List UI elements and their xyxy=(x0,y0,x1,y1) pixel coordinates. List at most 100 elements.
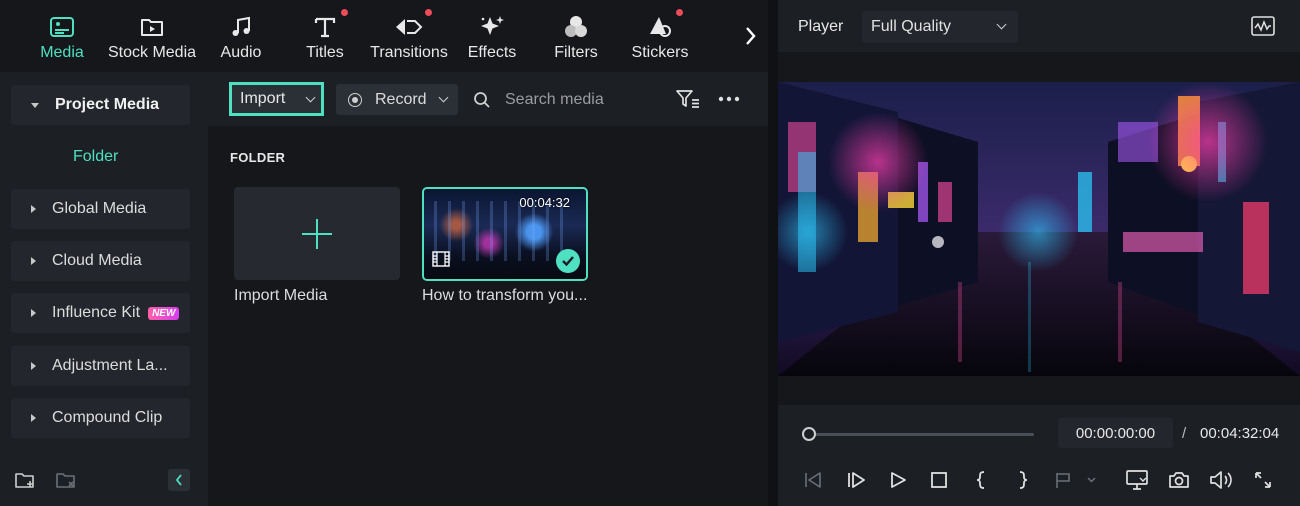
mark-out-button[interactable] xyxy=(1010,467,1036,493)
more-horizontal-icon xyxy=(718,96,740,102)
folder-remove-icon xyxy=(56,473,75,488)
caret-down-icon xyxy=(31,102,39,108)
scrubber-handle[interactable] xyxy=(802,427,816,441)
import-label: Import xyxy=(240,90,286,107)
play-icon xyxy=(891,472,906,488)
new-badge: NEW xyxy=(148,306,180,320)
record-icon xyxy=(348,92,362,107)
scrubber-track xyxy=(808,433,1034,436)
clip-duration: 00:04:32 xyxy=(519,195,570,210)
quality-value: Full Quality xyxy=(871,18,952,35)
chevron-left-icon xyxy=(175,474,182,486)
caret-right-icon xyxy=(31,414,36,422)
sidebar-item-label: Project Media xyxy=(55,96,160,113)
sidebar-item-project-media[interactable]: Project Media xyxy=(11,85,190,125)
play-button[interactable] xyxy=(885,467,911,493)
stock-media-icon xyxy=(137,12,167,42)
scopes-button[interactable] xyxy=(1250,14,1276,38)
tab-media[interactable]: Media xyxy=(36,0,88,72)
add-marker-dropdown[interactable] xyxy=(1052,467,1100,493)
search-box xyxy=(473,86,663,114)
snapshot-button[interactable] xyxy=(1166,467,1192,493)
sparkle-icon xyxy=(477,12,507,42)
sidebar-item-compound-clip[interactable]: Compound Clip xyxy=(11,398,190,438)
search-input[interactable] xyxy=(505,91,655,109)
playback-scrubber[interactable] xyxy=(802,427,1034,441)
chevron-right-icon xyxy=(746,27,756,45)
time-separator: / xyxy=(1182,425,1187,442)
filters-icon xyxy=(561,12,591,42)
tab-label: Media xyxy=(40,44,84,61)
chevron-down-icon xyxy=(305,92,316,103)
filter-icon xyxy=(676,90,699,108)
delete-folder-button[interactable] xyxy=(54,468,78,492)
text-t-icon xyxy=(310,9,348,42)
media-icon xyxy=(47,12,77,42)
search-icon xyxy=(474,92,490,108)
total-duration: 00:04:32:04 xyxy=(1200,425,1280,442)
folder-plus-icon xyxy=(15,473,34,488)
stop-button[interactable] xyxy=(926,467,952,493)
camera-icon xyxy=(1169,472,1189,488)
filter-button[interactable] xyxy=(675,86,701,112)
media-clip-tile[interactable]: 00:04:32 xyxy=(422,187,588,281)
import-media-tile[interactable] xyxy=(234,187,400,280)
media-content: Import Record FOLDER Import xyxy=(208,72,768,506)
display-settings-button[interactable] xyxy=(1124,467,1150,493)
monitor-icon xyxy=(1126,470,1148,490)
clip-title: How to transform you... xyxy=(422,287,588,304)
tab-audio[interactable]: Audio xyxy=(218,0,264,72)
caret-right-icon xyxy=(31,309,36,317)
speaker-icon xyxy=(1210,471,1232,489)
video-preview[interactable] xyxy=(778,82,1300,376)
sidebar-folder[interactable]: Folder xyxy=(73,148,118,166)
sidebar-item-global-media[interactable]: Global Media xyxy=(11,189,190,229)
tab-transitions[interactable]: Transitions xyxy=(370,0,448,72)
next-frame-button[interactable] xyxy=(843,467,869,493)
sidebar-item-label: Cloud Media xyxy=(52,252,142,269)
player-panel: Player Full Quality 00:00:00:00 / 00:04:… xyxy=(778,0,1300,506)
tab-stickers[interactable]: Stickers xyxy=(632,0,688,72)
chevron-down-icon xyxy=(438,92,449,103)
tab-effects[interactable]: Effects xyxy=(468,0,516,72)
tab-label: Stock Media xyxy=(107,44,197,61)
sidebar-item-cloud-media[interactable]: Cloud Media xyxy=(11,241,190,281)
preview-viewer xyxy=(778,52,1300,405)
player-title: Player xyxy=(798,18,844,35)
sidebar-item-adjustment-layer[interactable]: Adjustment La... xyxy=(11,346,190,386)
tab-label: Titles xyxy=(306,44,344,61)
tabs-next-button[interactable] xyxy=(740,24,760,48)
sidebar-item-label: Compound Clip xyxy=(52,409,163,426)
tab-filters[interactable]: Filters xyxy=(554,0,598,72)
tab-stock-media[interactable]: Stock Media xyxy=(108,0,196,72)
previous-frame-button[interactable] xyxy=(800,467,826,493)
playback-controls: 00:00:00:00 / 00:04:32:04 xyxy=(778,405,1300,506)
new-folder-button[interactable] xyxy=(13,468,37,492)
tab-label: Transitions xyxy=(370,44,448,61)
volume-button[interactable] xyxy=(1208,467,1234,493)
mark-in-button[interactable] xyxy=(968,467,994,493)
mark-in-icon xyxy=(976,471,985,489)
sidebar-item-label: Adjustment La... xyxy=(52,357,168,374)
check-icon xyxy=(556,249,580,273)
quality-dropdown[interactable]: Full Quality xyxy=(862,11,1018,43)
media-sidebar: Project Media Folder Global Media Cloud … xyxy=(0,72,208,506)
caret-right-icon xyxy=(31,257,36,265)
neon-city-frame xyxy=(778,82,1300,376)
import-media-label: Import Media xyxy=(234,287,328,304)
current-timecode[interactable]: 00:00:00:00 xyxy=(1058,418,1173,448)
sidebar-item-label: Influence Kit xyxy=(52,304,141,321)
sidebar-item-influence-kit[interactable]: Influence Kit NEW xyxy=(11,293,190,333)
collapse-sidebar-button[interactable] xyxy=(168,469,190,491)
chevron-down-icon xyxy=(996,19,1007,30)
tab-titles[interactable]: Titles xyxy=(304,0,348,72)
mark-out-icon xyxy=(1019,471,1028,489)
record-button[interactable]: Record xyxy=(336,84,458,115)
stop-icon xyxy=(931,472,947,488)
fullscreen-button[interactable] xyxy=(1250,467,1276,493)
marker-icon xyxy=(1056,473,1096,488)
media-library-panel: Media Stock Media Audio Titles Transitio… xyxy=(0,0,768,506)
more-options-button[interactable] xyxy=(716,86,742,112)
expand-icon xyxy=(1255,472,1271,488)
import-button[interactable]: Import xyxy=(229,82,324,116)
